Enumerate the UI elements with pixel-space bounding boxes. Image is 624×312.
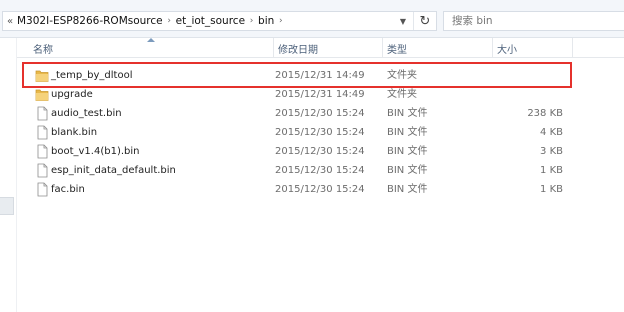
file-name: blank.bin [51,127,98,138]
column-header-type-label: 类型 [387,44,407,56]
folder-icon [35,89,49,101]
breadcrumb-separator-icon[interactable]: › [245,16,258,26]
file-icon [37,182,48,197]
file-size: 1 KB [540,165,563,176]
address-bar[interactable]: « M302I-ESP8266-ROMsource › et_iot_sourc… [2,11,437,31]
file-size: 4 KB [540,127,563,138]
breadcrumb-separator-icon[interactable]: › [163,16,176,26]
breadcrumb-item-root[interactable]: M302I-ESP8266-ROMsource [17,15,163,27]
column-header-extra[interactable] [572,38,624,58]
column-header-name-label: 名称 [33,44,53,56]
breadcrumb-separator-icon[interactable]: › [274,16,287,26]
file-name: fac.bin [51,184,85,195]
file-icon [37,163,48,178]
breadcrumb-item-bin[interactable]: bin [258,15,274,27]
file-row-esp-init-data-default-bin[interactable]: esp_init_data_default.bin 2015/12/30 15:… [17,161,624,180]
file-name: boot_v1.4(b1).bin [51,146,140,157]
file-date: 2015/12/30 15:24 [275,165,365,176]
column-header-size-label: 大小 [497,44,517,56]
search-input[interactable] [452,15,602,27]
file-date: 2015/12/30 15:24 [275,108,365,119]
search-box[interactable] [443,11,624,31]
file-icon [37,144,48,159]
file-row-blank-bin[interactable]: blank.bin 2015/12/30 15:24 BIN 文件 4 KB [17,123,624,142]
column-header-date[interactable]: 修改日期 [273,38,382,58]
address-toolbar: « M302I-ESP8266-ROMsource › et_iot_sourc… [0,0,624,38]
refresh-icon[interactable]: ↻ [413,12,436,30]
file-name: audio_test.bin [51,108,122,119]
column-header-row: 名称 修改日期 类型 大小 [17,38,624,58]
file-size: 238 KB [527,108,563,119]
column-header-type[interactable]: 类型 [382,38,492,58]
file-date: 2015/12/30 15:24 [275,146,365,157]
file-type: BIN 文件 [387,127,428,138]
navigation-pane [0,38,17,312]
file-date: 2015/12/30 15:24 [275,127,365,138]
file-type: BIN 文件 [387,146,428,157]
breadcrumb-overflow-button[interactable]: « [3,16,17,27]
highlight-annotation-box [22,62,572,88]
column-header-date-label: 修改日期 [278,44,318,56]
column-header-size[interactable]: 大小 [492,38,572,58]
file-type: BIN 文件 [387,165,428,176]
breadcrumb: M302I-ESP8266-ROMsource › et_iot_source … [17,12,287,30]
file-date: 2015/12/30 15:24 [275,184,365,195]
address-history-dropdown-icon[interactable]: ▼ [396,12,410,30]
file-row-fac-bin[interactable]: fac.bin 2015/12/30 15:24 BIN 文件 1 KB [17,180,624,199]
file-size: 3 KB [540,146,563,157]
navigation-pane-selected-item[interactable] [0,197,14,215]
file-size: 1 KB [540,184,563,195]
file-row-audio-test-bin[interactable]: audio_test.bin 2015/12/30 15:24 BIN 文件 2… [17,104,624,123]
column-header-name[interactable]: 名称 [17,38,273,58]
file-name: esp_init_data_default.bin [51,165,176,176]
file-row-boot-bin[interactable]: boot_v1.4(b1).bin 2015/12/30 15:24 BIN 文… [17,142,624,161]
file-icon [37,106,48,121]
file-icon [37,125,48,140]
file-type: BIN 文件 [387,108,428,119]
breadcrumb-item-et-iot-source[interactable]: et_iot_source [176,15,245,27]
sort-ascending-icon [147,38,155,42]
file-type: BIN 文件 [387,184,428,195]
